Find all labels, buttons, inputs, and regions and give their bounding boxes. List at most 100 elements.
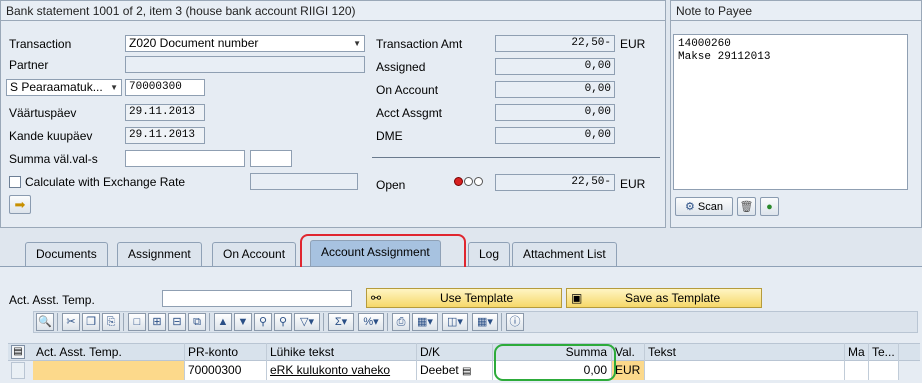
copy-row-icon[interactable]: ⧉	[188, 313, 206, 331]
copy-icon[interactable]: ❐	[82, 313, 100, 331]
partner-field[interactable]	[125, 56, 365, 73]
cell-tekst[interactable]	[645, 361, 845, 380]
dme-field: 0,00	[495, 127, 615, 144]
traffic-light-icon	[454, 177, 483, 186]
cell-short-text[interactable]: eRK kulukonto vaheko	[267, 361, 417, 380]
col-header-te[interactable]: Te...	[869, 343, 899, 361]
scan-button[interactable]: ⚙ Scan	[675, 197, 733, 216]
cell-te[interactable]	[869, 361, 899, 380]
trash-icon: 🗑	[739, 201, 754, 213]
arrow-right-icon: ➡	[14, 196, 26, 212]
scan-label: Scan	[697, 200, 723, 213]
cell-pr-konto[interactable]: 70000300	[185, 361, 267, 380]
col-header-short-text[interactable]: Lühike tekst	[267, 343, 417, 361]
delete-button[interactable]: 🗑	[737, 197, 756, 216]
exchange-rate-label: Calculate with Exchange Rate	[25, 175, 186, 189]
note-textarea[interactable]: 14000260 Makse 29112013	[673, 34, 908, 190]
insert-row-icon[interactable]: □	[128, 313, 146, 331]
paste-icon[interactable]: ⎘	[102, 313, 120, 331]
save-template-button[interactable]: ▣ Save as Template	[566, 288, 762, 308]
cell-val[interactable]: EUR	[612, 361, 645, 380]
fc-amount-field[interactable]	[125, 150, 245, 167]
open-currency: EUR	[620, 177, 646, 191]
print-icon[interactable]: ⎙	[392, 313, 410, 331]
tab-attachment-list[interactable]: Attachment List	[512, 242, 617, 266]
find-icon[interactable]: ⚲	[254, 313, 272, 331]
cut-icon[interactable]: ✂	[62, 313, 80, 331]
find-next-icon[interactable]: ⚲	[274, 313, 292, 331]
transaction-dropdown[interactable]: Z020 Document number	[125, 35, 365, 52]
assigned-field: 0,00	[495, 58, 615, 75]
details-icon[interactable]: 🔍	[36, 313, 54, 331]
toolbar-separator	[57, 313, 58, 331]
scan-icon: ⚙	[685, 201, 695, 213]
col-header-template[interactable]: Act. Asst. Temp.	[33, 343, 185, 361]
template-label: Act. Asst. Temp.	[9, 293, 95, 307]
col-header-pr-konto[interactable]: PR-konto	[185, 343, 267, 361]
toolbar-separator	[323, 313, 324, 331]
info-icon[interactable]: ⓘ	[506, 313, 524, 331]
toolbar-separator	[123, 313, 124, 331]
value-date-field[interactable]: 29.11.2013	[125, 104, 205, 121]
subtotal-icon[interactable]: %▾	[358, 313, 384, 331]
partner-label: Partner	[9, 58, 49, 72]
on-account-label: On Account	[376, 83, 439, 97]
toolbar-separator	[501, 313, 502, 331]
template-icon: ⚯	[371, 291, 382, 305]
transaction-amt-field: 22,50-	[495, 35, 615, 52]
template-field[interactable]	[162, 290, 352, 307]
save-template-label: Save as Template	[625, 291, 721, 305]
export-icon[interactable]: ◫▾	[442, 313, 468, 331]
posting-date-label: Kande kuupäev	[9, 129, 93, 143]
transaction-amt-currency: EUR	[620, 37, 646, 51]
col-header-ma[interactable]: Ma	[845, 343, 869, 361]
statement-title: Bank statement 1001 of 2, item 3 (house …	[1, 1, 665, 21]
assigned-label: Assigned	[376, 60, 426, 74]
value-date-label: Väärtuspäev	[9, 106, 77, 120]
fc-amount-label: Summa väl.val-s	[9, 152, 98, 166]
col-header-val[interactable]: Val.	[612, 343, 645, 361]
exchange-rate-field[interactable]	[250, 173, 358, 190]
sum-icon[interactable]: Σ▾	[328, 313, 354, 331]
use-template-button[interactable]: ⚯ Use Template	[366, 288, 562, 308]
layout-icon[interactable]: ▦▾	[412, 313, 438, 331]
append-row-icon[interactable]: ⊞	[148, 313, 166, 331]
open-field: 22,50-	[495, 174, 615, 191]
exchange-rate-checkbox[interactable]	[9, 176, 21, 188]
open-label: Open	[376, 178, 406, 192]
acct-assgmt-label: Acct Assgmt	[376, 106, 443, 120]
partner-type-dropdown[interactable]: S Pearaamatuk...	[6, 79, 122, 96]
tab-documents[interactable]: Documents	[25, 242, 108, 266]
cell-ma[interactable]	[845, 361, 869, 380]
tab-log[interactable]: Log	[468, 242, 511, 266]
tab-on-account[interactable]: On Account	[212, 242, 297, 266]
attachment-icon: ●	[766, 200, 773, 213]
execute-button[interactable]: ➡	[9, 195, 31, 214]
posting-date-field[interactable]: 29.11.2013	[125, 127, 205, 144]
note-line-2: Makse 29112013	[678, 51, 771, 63]
use-template-label: Use Template	[440, 291, 514, 305]
transaction-label: Transaction	[9, 37, 72, 51]
acct-assgmt-field: 0,00	[495, 104, 615, 121]
partner-number-field[interactable]: 70000300	[125, 79, 205, 96]
tab-assignment[interactable]: Assignment	[117, 242, 202, 266]
f4-help-icon[interactable]: ▤	[462, 366, 471, 377]
select-all-icon[interactable]: ▤	[11, 345, 25, 359]
note-title: Note to Payee	[671, 1, 921, 21]
cell-template[interactable]	[33, 361, 185, 380]
sort-asc-icon[interactable]: ▲	[214, 313, 232, 331]
col-header-dk[interactable]: D/K	[417, 343, 493, 361]
save-icon: ▣	[571, 291, 583, 305]
cell-dk[interactable]: Deebet ▤	[417, 361, 493, 380]
delete-row-icon[interactable]: ⊟	[168, 313, 186, 331]
sort-desc-icon[interactable]: ▼	[234, 313, 252, 331]
note-line-1: 14000260	[678, 38, 731, 50]
filter-icon[interactable]: ▽▾	[294, 313, 320, 331]
attach-button[interactable]: ●	[760, 197, 779, 216]
on-account-field: 0,00	[495, 81, 615, 98]
row-selector[interactable]	[11, 362, 25, 379]
columns-icon[interactable]: ▦▾	[472, 313, 498, 331]
col-header-tekst[interactable]: Tekst	[645, 343, 845, 361]
fc-currency-field[interactable]	[250, 150, 292, 167]
transaction-amt-label: Transaction Amt	[376, 37, 463, 51]
